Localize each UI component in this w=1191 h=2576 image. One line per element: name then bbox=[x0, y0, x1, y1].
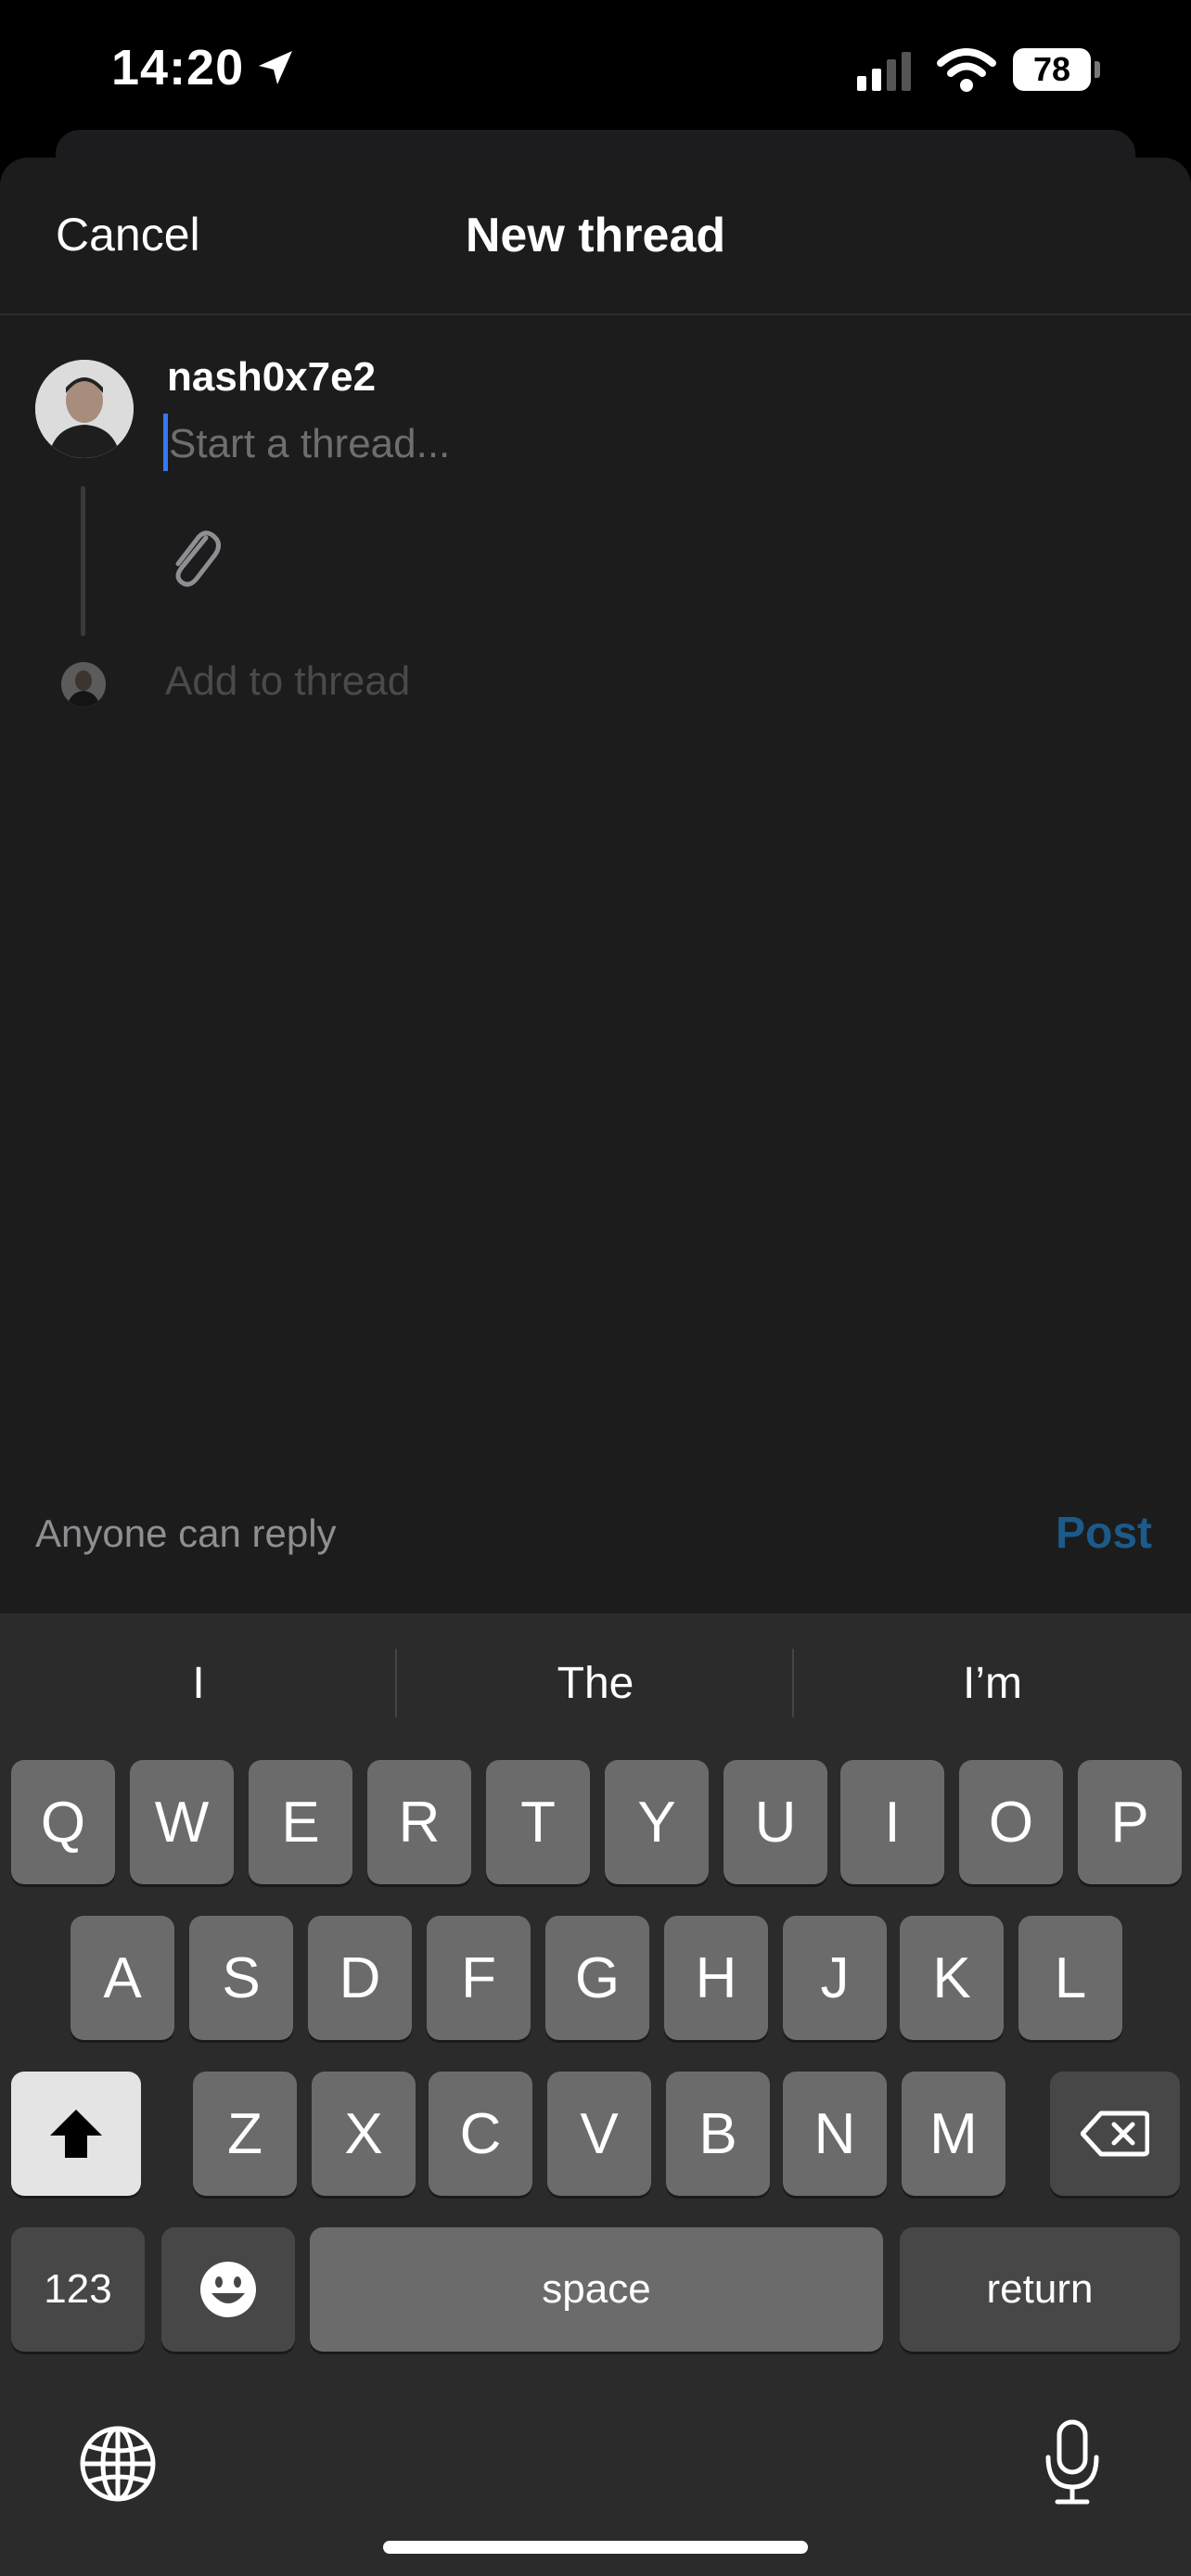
reply-permission-setting[interactable]: Anyone can reply bbox=[35, 1511, 337, 1556]
location-arrow-icon bbox=[259, 51, 293, 84]
status-time: 14:20 bbox=[111, 40, 245, 96]
key-m[interactable]: M bbox=[902, 2072, 1005, 2196]
cancel-button[interactable]: Cancel bbox=[56, 208, 200, 261]
paperclip-icon[interactable] bbox=[165, 525, 221, 590]
battery-icon: 78 bbox=[1013, 48, 1091, 91]
key-k[interactable]: K bbox=[900, 1916, 1004, 2040]
key-r[interactable]: R bbox=[367, 1760, 471, 1884]
key-w[interactable]: W bbox=[130, 1760, 234, 1884]
key-t[interactable]: T bbox=[486, 1760, 590, 1884]
shift-key[interactable] bbox=[11, 2072, 141, 2196]
header-divider bbox=[0, 313, 1191, 315]
key-g[interactable]: G bbox=[545, 1916, 649, 2040]
key-d[interactable]: D bbox=[308, 1916, 412, 2040]
status-time-group: 14:20 bbox=[111, 39, 298, 96]
key-a[interactable]: A bbox=[70, 1916, 174, 2040]
suggestion-1[interactable]: I bbox=[0, 1658, 397, 1709]
cellular-signal-icon bbox=[857, 52, 911, 91]
battery-cap bbox=[1095, 61, 1100, 78]
emoji-key[interactable] bbox=[161, 2227, 295, 2352]
thread-connector-line bbox=[81, 486, 85, 636]
numbers-key[interactable]: 123 bbox=[11, 2227, 145, 2352]
username: nash0x7e2 bbox=[167, 354, 377, 400]
thread-text-input[interactable] bbox=[169, 415, 1004, 473]
key-s[interactable]: S bbox=[189, 1916, 293, 2040]
key-l[interactable]: L bbox=[1018, 1916, 1122, 2040]
key-y[interactable]: Y bbox=[605, 1760, 709, 1884]
key-z[interactable]: Z bbox=[193, 2072, 297, 2196]
return-key[interactable]: return bbox=[900, 2227, 1180, 2352]
key-q[interactable]: Q bbox=[11, 1760, 115, 1884]
suggestion-3[interactable]: I’m bbox=[794, 1658, 1191, 1709]
key-h[interactable]: H bbox=[664, 1916, 768, 2040]
backspace-key[interactable] bbox=[1050, 2072, 1180, 2196]
key-f[interactable]: F bbox=[427, 1916, 531, 2040]
space-key[interactable]: space bbox=[310, 2227, 883, 2352]
key-u[interactable]: U bbox=[724, 1760, 827, 1884]
key-j[interactable]: J bbox=[783, 1916, 887, 2040]
emoji-icon bbox=[200, 2262, 256, 2317]
key-e[interactable]: E bbox=[249, 1760, 352, 1884]
wifi-icon bbox=[937, 48, 996, 92]
small-avatar bbox=[61, 662, 106, 707]
text-caret bbox=[163, 414, 168, 471]
key-b[interactable]: B bbox=[666, 2072, 770, 2196]
key-x[interactable]: X bbox=[312, 2072, 416, 2196]
avatar-image bbox=[35, 360, 134, 458]
key-o[interactable]: O bbox=[959, 1760, 1063, 1884]
globe-icon[interactable] bbox=[78, 2424, 158, 2504]
key-n[interactable]: N bbox=[783, 2072, 887, 2196]
suggestion-2[interactable]: The bbox=[397, 1658, 794, 1709]
shift-icon bbox=[50, 2110, 102, 2158]
add-to-thread-button[interactable]: Add to thread bbox=[165, 658, 410, 705]
key-p[interactable]: P bbox=[1078, 1760, 1182, 1884]
microphone-icon[interactable] bbox=[1043, 2418, 1102, 2507]
avatar[interactable] bbox=[35, 360, 134, 458]
key-i[interactable]: I bbox=[840, 1760, 944, 1884]
backspace-icon bbox=[1081, 2111, 1149, 2157]
home-indicator bbox=[383, 2541, 808, 2554]
key-v[interactable]: V bbox=[547, 2072, 651, 2196]
key-c[interactable]: C bbox=[429, 2072, 532, 2196]
post-button[interactable]: Post bbox=[1056, 1508, 1152, 1559]
battery-level: 78 bbox=[1032, 50, 1071, 88]
